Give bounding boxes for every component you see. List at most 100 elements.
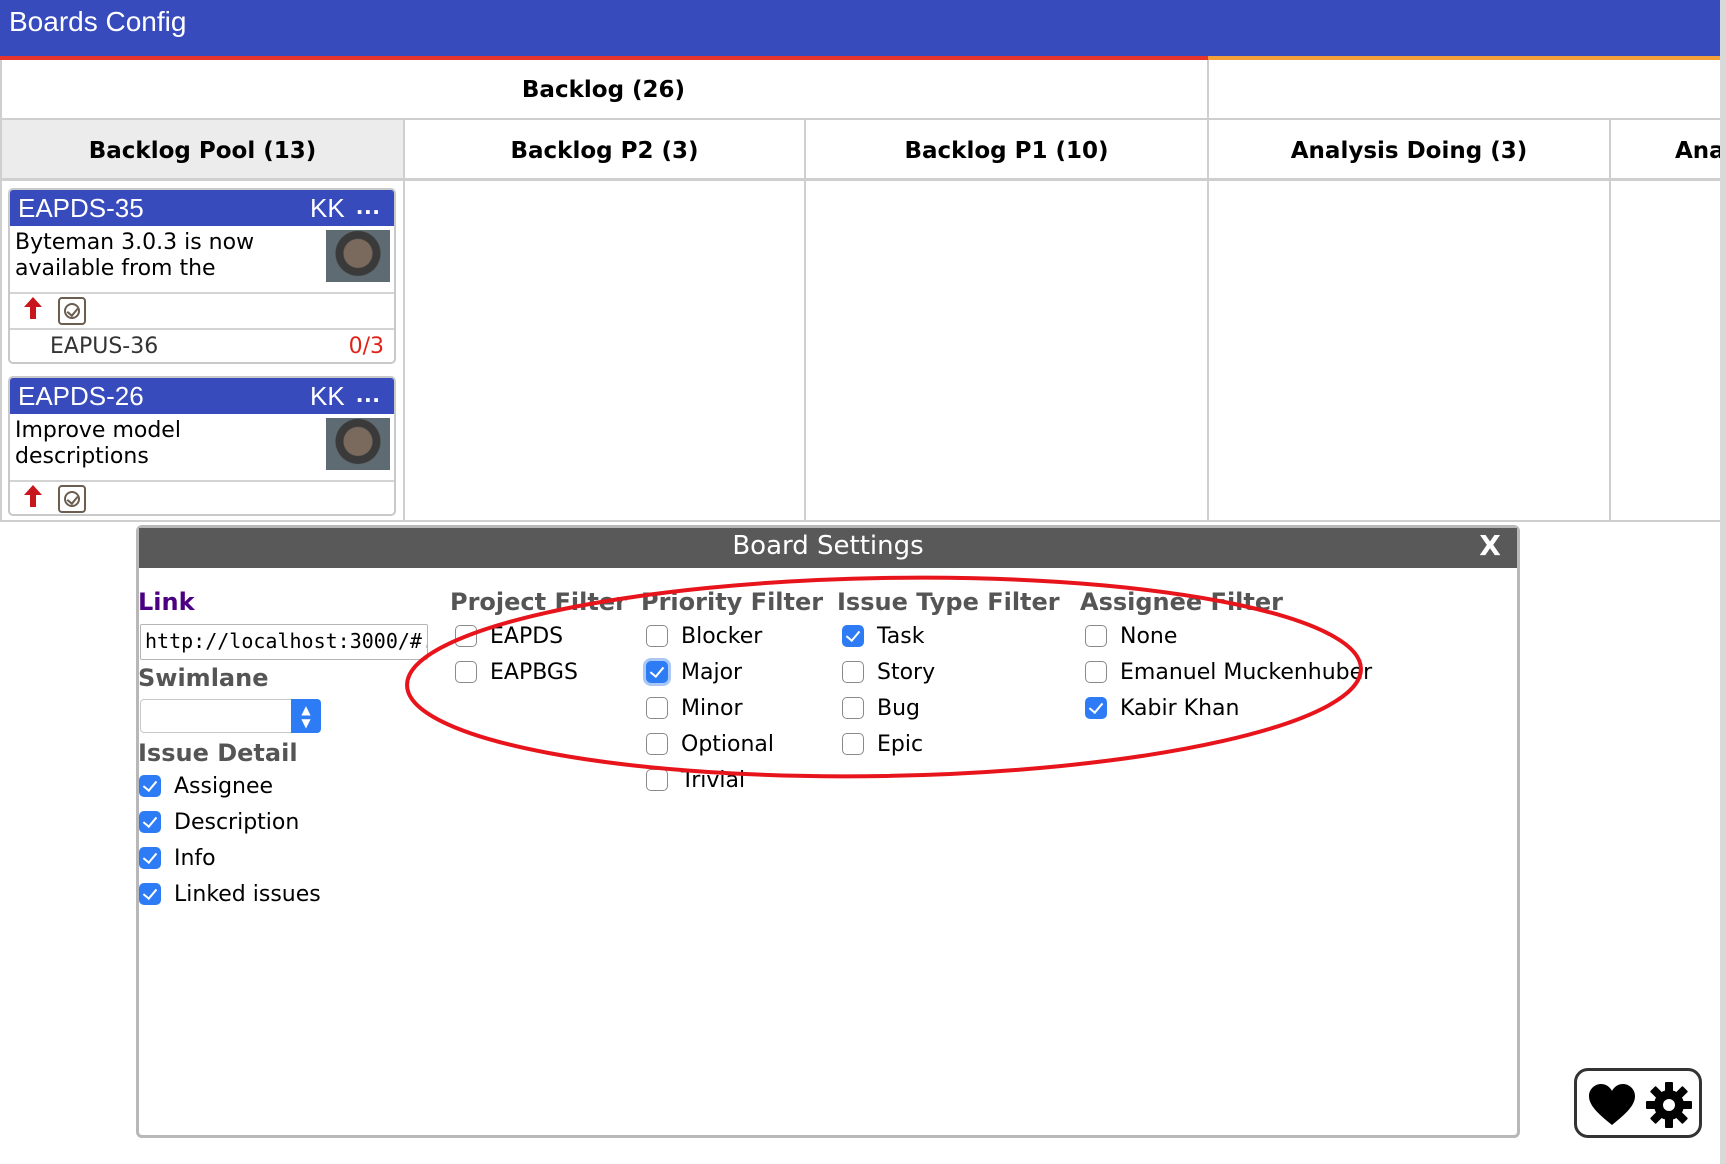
checkbox-label: Minor bbox=[681, 695, 743, 721]
window-scroll-edge bbox=[1720, 0, 1726, 1164]
priority-filter-minor[interactable]: Minor bbox=[646, 691, 743, 725]
issue-type-filter-bug[interactable]: Bug bbox=[842, 691, 920, 725]
card-divider bbox=[10, 292, 394, 294]
priority-filter-trivial[interactable]: Trivial bbox=[646, 763, 745, 797]
checkbox-label: Linked issues bbox=[174, 881, 321, 907]
linked-issue-key[interactable]: EAPUS-36 bbox=[50, 334, 158, 359]
assignee-filter-label: Assignee Filter bbox=[1080, 588, 1283, 616]
card-summary-line: Improve model bbox=[15, 418, 181, 443]
link-input[interactable]: http://localhost:3000/#../.. bbox=[140, 624, 428, 660]
checkbox[interactable] bbox=[646, 625, 668, 647]
card-assignee-initials: KK bbox=[310, 381, 345, 411]
project-filter-eapbgs[interactable]: EAPBGS bbox=[455, 655, 578, 689]
card-summary-line: Byteman 3.0.3 is now bbox=[15, 230, 255, 255]
state-analysis-doing[interactable]: Analysis Doing (3) bbox=[1209, 122, 1609, 180]
task-icon bbox=[58, 297, 86, 325]
issue-detail-linked-issues[interactable]: Linked issues bbox=[139, 877, 321, 911]
checkbox-label: Story bbox=[877, 659, 936, 685]
card-header: EAPDS-35 KK ... bbox=[10, 190, 394, 226]
checkbox[interactable] bbox=[842, 697, 864, 719]
checkbox[interactable] bbox=[646, 769, 668, 791]
checkbox[interactable] bbox=[455, 625, 477, 647]
grid-divider bbox=[0, 520, 1720, 522]
card-issue-key[interactable]: EAPDS-35 bbox=[18, 193, 144, 224]
card-header: EAPDS-26 KK ... bbox=[10, 378, 394, 414]
checkbox[interactable] bbox=[1085, 625, 1107, 647]
link-label[interactable]: Link bbox=[138, 588, 195, 616]
checkbox[interactable] bbox=[842, 733, 864, 755]
card-assignee-initials: KK bbox=[310, 193, 345, 223]
issue-detail-assignee[interactable]: Assignee bbox=[139, 769, 273, 803]
checkbox[interactable] bbox=[842, 625, 864, 647]
checkbox[interactable] bbox=[646, 733, 668, 755]
issue-detail-info[interactable]: Info bbox=[139, 841, 216, 875]
checkbox[interactable] bbox=[646, 697, 668, 719]
dialog-title: Board Settings bbox=[732, 531, 924, 561]
card-summary-line: available from the bbox=[15, 256, 216, 281]
checkbox[interactable] bbox=[1085, 697, 1107, 719]
up-arrow-icon bbox=[24, 297, 42, 319]
select-stepper-icon[interactable]: ▲ ▼ bbox=[291, 699, 321, 733]
header-accent-red bbox=[0, 56, 1208, 60]
checkbox-label: EAPDS bbox=[490, 623, 564, 649]
checkbox[interactable] bbox=[139, 811, 161, 833]
header-accent-orange bbox=[1208, 56, 1726, 60]
state-backlog-p2[interactable]: Backlog P2 (3) bbox=[405, 122, 804, 180]
state-backlog-pool[interactable]: Backlog Pool (13) bbox=[2, 122, 403, 180]
checkbox-label: Trivial bbox=[681, 767, 746, 793]
checkbox-label: Bug bbox=[877, 695, 921, 721]
checkbox-label: Optional bbox=[681, 731, 775, 757]
issue-detail-label: Issue Detail bbox=[138, 739, 298, 767]
card-menu-button[interactable]: ... bbox=[356, 378, 381, 409]
priority-filter-blocker[interactable]: Blocker bbox=[646, 619, 762, 653]
assignee-filter-emanuel-muckenhuber[interactable]: Emanuel Muckenhuber bbox=[1085, 655, 1372, 689]
assignee-filter-none[interactable]: None bbox=[1085, 619, 1177, 653]
checkbox[interactable] bbox=[455, 661, 477, 683]
checkbox-label: Emanuel Muckenhuber bbox=[1120, 659, 1373, 685]
checkbox-label: Major bbox=[681, 659, 743, 685]
priority-filter-optional[interactable]: Optional bbox=[646, 727, 774, 761]
checkbox[interactable] bbox=[139, 883, 161, 905]
gear-icon[interactable] bbox=[1645, 1081, 1693, 1129]
checkbox[interactable] bbox=[139, 775, 161, 797]
issue-card[interactable]: EAPDS-26 KK ... Improve model descriptio… bbox=[8, 376, 396, 516]
grid-divider bbox=[403, 120, 405, 522]
issue-type-filter-label: Issue Type Filter bbox=[837, 588, 1060, 616]
checkbox-label: Kabir Khan bbox=[1120, 695, 1240, 721]
grid-divider bbox=[804, 120, 806, 522]
card-menu-button[interactable]: ... bbox=[356, 190, 381, 221]
heart-gear-toolbar bbox=[1574, 1068, 1702, 1138]
issue-type-filter-epic[interactable]: Epic bbox=[842, 727, 923, 761]
issue-card[interactable]: EAPDS-35 KK ... Byteman 3.0.3 is now ava… bbox=[8, 188, 396, 364]
priority-filter-label: Priority Filter bbox=[641, 588, 824, 616]
project-filter-eapds[interactable]: EAPDS bbox=[455, 619, 563, 653]
checkbox[interactable] bbox=[646, 661, 668, 683]
up-arrow-icon bbox=[24, 485, 42, 507]
app-header bbox=[0, 0, 1726, 56]
issue-detail-description[interactable]: Description bbox=[139, 805, 299, 839]
app-title: Boards Config bbox=[9, 6, 187, 37]
checkbox-label: Blocker bbox=[681, 623, 763, 649]
checkbox-label: Info bbox=[174, 845, 216, 871]
checkbox[interactable] bbox=[1085, 661, 1107, 683]
issue-type-filter-task[interactable]: Task bbox=[842, 619, 924, 653]
state-analysis-truncated[interactable]: Ana bbox=[1611, 122, 1720, 180]
task-icon bbox=[58, 485, 86, 513]
checkbox-label: Task bbox=[877, 623, 925, 649]
card-issue-key[interactable]: EAPDS-26 bbox=[18, 381, 144, 412]
issue-type-filter-story[interactable]: Story bbox=[842, 655, 935, 689]
board-settings-dialog bbox=[136, 525, 1520, 1138]
heart-icon[interactable] bbox=[1587, 1083, 1637, 1127]
checkbox-label: None bbox=[1120, 623, 1178, 649]
checkbox-label: EAPBGS bbox=[490, 659, 578, 685]
state-group-backlog: Backlog (26) bbox=[521, 77, 686, 103]
assignee-filter-kabir-khan[interactable]: Kabir Khan bbox=[1085, 691, 1239, 725]
checkbox[interactable] bbox=[842, 661, 864, 683]
linked-issue-count: 0/3 bbox=[348, 334, 384, 359]
checkbox-label: Description bbox=[174, 809, 300, 835]
state-backlog-p1[interactable]: Backlog P1 (10) bbox=[806, 122, 1207, 180]
checkbox-label: Epic bbox=[877, 731, 924, 757]
checkbox[interactable] bbox=[139, 847, 161, 869]
close-button[interactable]: X bbox=[1470, 529, 1510, 562]
priority-filter-major[interactable]: Major bbox=[646, 655, 742, 689]
